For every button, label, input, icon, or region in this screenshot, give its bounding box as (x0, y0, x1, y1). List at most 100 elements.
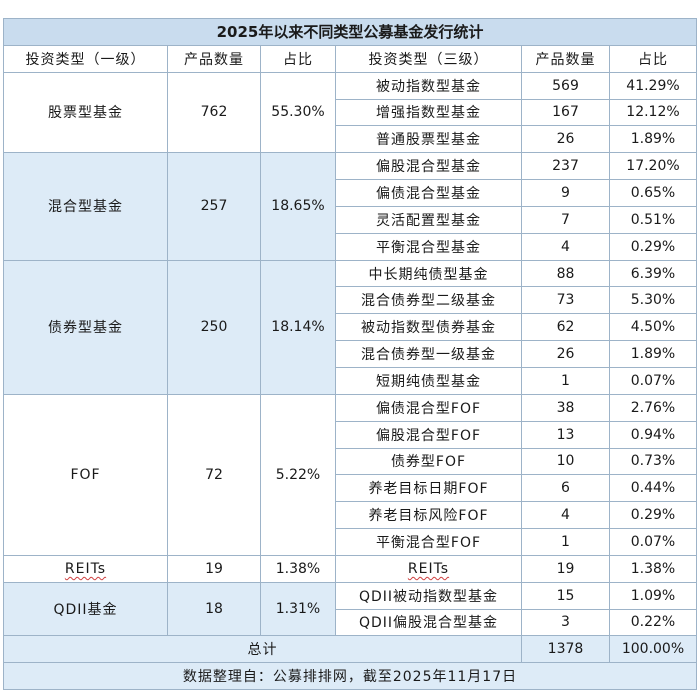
level3-type-cell: 偏债混合型基金 (335, 179, 522, 207)
level3-type-cell: REITs (335, 554, 522, 583)
level3-share-cell: 2.76% (609, 393, 697, 422)
level1-share-cell: 1.31% (260, 581, 336, 637)
level1-count-cell: 257 (167, 152, 261, 261)
level3-count-cell: 1 (521, 366, 610, 395)
source-note: 数据整理自：公募排排网，截至2025年11月17日 (3, 662, 697, 691)
level3-share-cell: 1.89% (609, 340, 697, 368)
level1-type-cell: FOF (3, 393, 168, 556)
level3-share-cell: 0.07% (609, 528, 697, 556)
level3-share-cell: 4.50% (609, 313, 697, 342)
level3-count-cell: 9 (521, 179, 610, 207)
level1-type-cell: REITs (3, 554, 168, 583)
table-title: 2025年以来不同类型公募基金发行统计 (3, 18, 697, 46)
level3-count-cell: 7 (521, 205, 610, 234)
level3-count-cell: 88 (521, 259, 610, 288)
table-row: 股票型基金 762 55.30% 被动指数型基金 569 41.29% (3, 71, 697, 154)
level1-share-cell: 18.65% (260, 152, 336, 261)
level3-share-cell: 12.12% (609, 98, 697, 127)
total-share: 100.00% (609, 635, 697, 664)
level3-share-cell: 1.89% (609, 125, 697, 154)
level3-count-cell: 73 (521, 286, 610, 315)
level1-share-cell: 1.38% (260, 554, 336, 583)
level3-type-cell: 平衡混合型基金 (335, 232, 522, 261)
level3-type-cell: 短期纯债型基金 (335, 366, 522, 395)
level3-type-cell: 混合债券型二级基金 (335, 286, 522, 315)
level3-type-cell: 养老目标风险FOF (335, 501, 522, 530)
header-level1-share: 占比 (260, 44, 336, 73)
level3-count-cell: 237 (521, 152, 610, 181)
table-row: FOF 72 5.22% 偏债混合型FOF 38 2.76% (3, 393, 697, 556)
total-row: 总计 1378 100.00% (3, 635, 697, 664)
level3-type-cell: 普通股票型基金 (335, 125, 522, 154)
level3-type-cell: 偏股混合型基金 (335, 152, 522, 181)
total-count: 1378 (521, 635, 610, 664)
level3-count-cell: 38 (521, 393, 610, 422)
level3-share-cell: 0.44% (609, 474, 697, 503)
level1-count-cell: 18 (167, 581, 261, 637)
level1-count-cell: 19 (167, 554, 261, 583)
level1-count-cell: 250 (167, 259, 261, 395)
level3-share-cell: 0.94% (609, 420, 697, 449)
level1-count-cell: 762 (167, 71, 261, 154)
header-level3-share: 占比 (609, 44, 697, 73)
fund-issuance-table: 2025年以来不同类型公募基金发行统计 投资类型（一级） 产品数量 占比 投资类… (3, 18, 697, 691)
level3-type-cell: 平衡混合型FOF (335, 528, 522, 556)
level3-count-cell: 3 (521, 608, 610, 637)
level3-share-cell: 0.65% (609, 179, 697, 207)
level3-share-cell: 0.07% (609, 366, 697, 395)
header-level1-count: 产品数量 (167, 44, 261, 73)
header-row: 投资类型（一级） 产品数量 占比 投资类型（三级） 产品数量 占比 (3, 44, 697, 73)
level3-type-cell: 被动指数型基金 (335, 71, 522, 100)
header-level1-type: 投资类型（一级） (3, 44, 168, 73)
level1-share-cell: 5.22% (260, 393, 336, 556)
level3-share-cell: 0.22% (609, 608, 697, 637)
level1-type-cell: 混合型基金 (3, 152, 168, 261)
level3-type-cell: 被动指数型债券基金 (335, 313, 522, 342)
level1-share-cell: 18.14% (260, 259, 336, 395)
level3-count-cell: 10 (521, 447, 610, 476)
level3-count-cell: 569 (521, 71, 610, 100)
level1-type-cell: 股票型基金 (3, 71, 168, 154)
level3-type-cell: 增强指数型基金 (335, 98, 522, 127)
level3-count-cell: 4 (521, 232, 610, 261)
level3-share-cell: 1.09% (609, 581, 697, 610)
level3-count-cell: 26 (521, 340, 610, 368)
level3-type-cell: 偏股混合型FOF (335, 420, 522, 449)
level3-share-cell: 17.20% (609, 152, 697, 181)
level3-share-cell: 6.39% (609, 259, 697, 288)
level3-count-cell: 167 (521, 98, 610, 127)
level3-type-cell: 养老目标日期FOF (335, 474, 522, 503)
header-level3-type: 投资类型（三级） (335, 44, 522, 73)
table-row: REITs 19 1.38% REITs 19 1.38% (3, 554, 697, 583)
total-label: 总计 (3, 635, 522, 664)
level3-count-cell: 19 (521, 554, 610, 583)
level1-share-cell: 55.30% (260, 71, 336, 154)
level3-count-cell: 26 (521, 125, 610, 154)
table-row: QDII基金 18 1.31% QDII被动指数型基金 15 1.09% (3, 581, 697, 637)
level3-share-cell: 0.29% (609, 501, 697, 530)
level3-count-cell: 15 (521, 581, 610, 610)
level3-count-cell: 4 (521, 501, 610, 530)
level3-share-cell: 0.73% (609, 447, 697, 476)
level1-count-cell: 72 (167, 393, 261, 556)
level3-count-cell: 6 (521, 474, 610, 503)
header-level3-count: 产品数量 (521, 44, 610, 73)
level3-type-cell: 偏债混合型FOF (335, 393, 522, 422)
level1-type-cell: QDII基金 (3, 581, 168, 637)
level3-count-cell: 62 (521, 313, 610, 342)
level3-type-cell: 债券型FOF (335, 447, 522, 476)
table-row: 债券型基金 250 18.14% 中长期纯债型基金 88 6.39% (3, 259, 697, 395)
level3-count-cell: 13 (521, 420, 610, 449)
level3-count-cell: 1 (521, 528, 610, 556)
table-body: 股票型基金 762 55.30% 被动指数型基金 569 41.29% 增强指数型基金 167… (3, 71, 697, 637)
footer-row: 数据整理自：公募排排网，截至2025年11月17日 (3, 662, 697, 691)
level3-type-cell: 灵活配置型基金 (335, 205, 522, 234)
level3-share-cell: 0.29% (609, 232, 697, 261)
level3-type-cell: 混合债券型一级基金 (335, 340, 522, 368)
level3-share-cell: 41.29% (609, 71, 697, 100)
level3-type-cell: QDII被动指数型基金 (335, 581, 522, 610)
level3-share-cell: 1.38% (609, 554, 697, 583)
level3-type-cell: 中长期纯债型基金 (335, 259, 522, 288)
level3-share-cell: 0.51% (609, 205, 697, 234)
level1-type-cell: 债券型基金 (3, 259, 168, 395)
